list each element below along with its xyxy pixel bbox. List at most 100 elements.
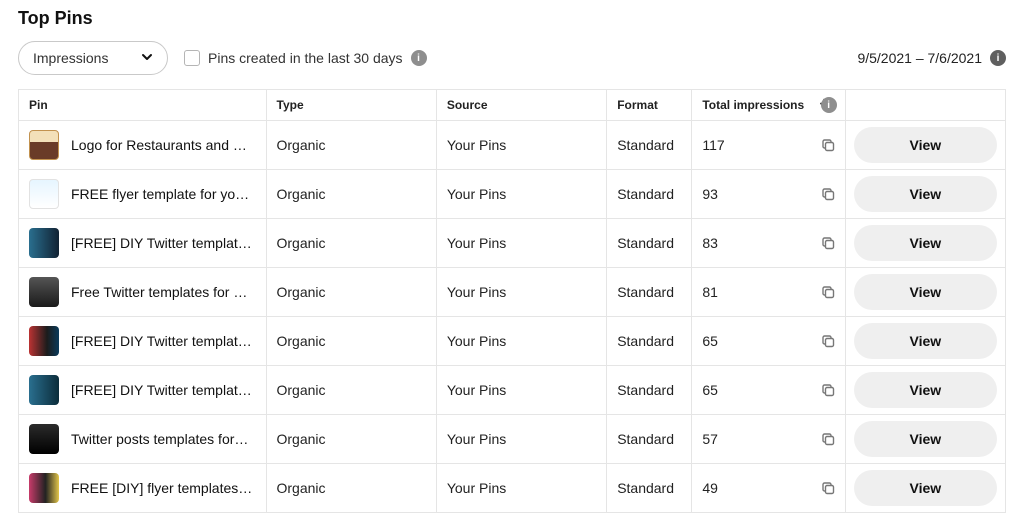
copy-icon[interactable] (821, 138, 835, 152)
table-header-row: Pin Type Source Format Total impressions… (19, 90, 1006, 121)
copy-icon[interactable] (821, 187, 835, 201)
action-cell: View (845, 268, 1005, 317)
pin-thumbnail[interactable] (29, 277, 59, 307)
table-row: Logo for Restaurants and … OrganicYour Pi… (19, 121, 1006, 170)
pin-thumbnail[interactable] (29, 424, 59, 454)
format-cell: Standard (607, 170, 692, 219)
pin-thumbnail[interactable] (29, 130, 59, 160)
impressions-value: 83 (702, 235, 718, 251)
info-icon[interactable]: i (990, 50, 1006, 66)
pin-thumbnail[interactable] (29, 326, 59, 356)
pin-title[interactable]: Twitter posts templates for… (71, 431, 248, 447)
source-cell: Your Pins (436, 366, 606, 415)
pin-title[interactable]: FREE [DIY] flyer templates … (71, 480, 256, 496)
recent-pins-checkbox[interactable] (184, 50, 200, 66)
metric-dropdown[interactable]: Impressions (18, 41, 168, 75)
table-row: FREE [DIY] flyer templates … OrganicYour … (19, 464, 1006, 513)
source-cell: Your Pins (436, 415, 606, 464)
pin-thumbnail[interactable] (29, 179, 59, 209)
info-icon[interactable]: i (411, 50, 427, 66)
action-cell: View (845, 366, 1005, 415)
pin-title[interactable]: [FREE] DIY Twitter templat… (71, 382, 252, 398)
pin-title[interactable]: [FREE] DIY Twitter templat… (71, 235, 252, 251)
table-row: Free Twitter templates for … OrganicYour … (19, 268, 1006, 317)
pin-cell: Twitter posts templates for… (19, 415, 267, 464)
chevron-down-icon (141, 50, 153, 66)
pin-thumbnail[interactable] (29, 375, 59, 405)
copy-icon[interactable] (821, 383, 835, 397)
view-button[interactable]: View (854, 421, 997, 457)
copy-icon[interactable] (821, 285, 835, 299)
source-cell: Your Pins (436, 170, 606, 219)
format-cell: Standard (607, 121, 692, 170)
type-cell: Organic (266, 464, 436, 513)
action-cell: View (845, 121, 1005, 170)
impressions-value: 117 (702, 137, 724, 153)
copy-icon[interactable] (821, 432, 835, 446)
table-row: [FREE] DIY Twitter templat…OrganicYour P… (19, 366, 1006, 415)
copy-icon[interactable] (821, 481, 835, 495)
col-header-source[interactable]: Source (436, 90, 606, 121)
impressions-cell: 93 (692, 170, 845, 219)
format-cell: Standard (607, 268, 692, 317)
pin-cell: [FREE] DIY Twitter templat… (19, 317, 267, 366)
action-cell: View (845, 317, 1005, 366)
impressions-value: 49 (702, 480, 718, 496)
page-title: Top Pins (18, 8, 1006, 29)
format-cell: Standard (607, 366, 692, 415)
col-header-type[interactable]: Type (266, 90, 436, 121)
view-button[interactable]: View (854, 470, 997, 506)
format-cell: Standard (607, 219, 692, 268)
pin-cell: FREE [DIY] flyer templates … (19, 464, 267, 513)
pin-title[interactable]: FREE flyer template for yo… (71, 186, 249, 202)
source-cell: Your Pins (436, 268, 606, 317)
view-button[interactable]: View (854, 127, 997, 163)
controls-row: Impressions Pins created in the last 30 … (18, 41, 1006, 75)
col-header-impressions[interactable]: Total impressions i (692, 90, 845, 121)
action-cell: View (845, 415, 1005, 464)
format-cell: Standard (607, 415, 692, 464)
pin-thumbnail[interactable] (29, 473, 59, 503)
pin-cell: [FREE] DIY Twitter templat… (19, 366, 267, 415)
view-button[interactable]: View (854, 323, 997, 359)
copy-icon[interactable] (821, 334, 835, 348)
controls-left: Impressions Pins created in the last 30 … (18, 41, 427, 75)
type-cell: Organic (266, 268, 436, 317)
type-cell: Organic (266, 121, 436, 170)
view-button[interactable]: View (854, 225, 997, 261)
impressions-cell: 117 (692, 121, 845, 170)
table-row: [FREE] DIY Twitter templat… OrganicYour P… (19, 219, 1006, 268)
recent-pins-checkbox-wrap[interactable]: Pins created in the last 30 days i (184, 50, 427, 66)
date-range-text: 9/5/2021 – 7/6/2021 (857, 50, 982, 66)
source-cell: Your Pins (436, 121, 606, 170)
source-cell: Your Pins (436, 464, 606, 513)
type-cell: Organic (266, 317, 436, 366)
col-header-impressions-label: Total impressions (702, 98, 804, 112)
source-cell: Your Pins (436, 317, 606, 366)
metric-dropdown-label: Impressions (33, 50, 108, 66)
action-cell: View (845, 170, 1005, 219)
action-cell: View (845, 464, 1005, 513)
type-cell: Organic (266, 170, 436, 219)
info-icon[interactable]: i (821, 97, 837, 113)
source-cell: Your Pins (436, 219, 606, 268)
impressions-cell: 83 (692, 219, 845, 268)
view-button[interactable]: View (854, 176, 997, 212)
pin-cell: FREE flyer template for yo… (19, 170, 267, 219)
view-button[interactable]: View (854, 274, 997, 310)
impressions-value: 57 (702, 431, 718, 447)
impressions-cell: 49 (692, 464, 845, 513)
impressions-cell: 81 (692, 268, 845, 317)
pin-title[interactable]: Free Twitter templates for … (71, 284, 247, 300)
top-pins-table: Pin Type Source Format Total impressions… (18, 89, 1006, 513)
pin-thumbnail[interactable] (29, 228, 59, 258)
col-header-pin[interactable]: Pin (19, 90, 267, 121)
type-cell: Organic (266, 219, 436, 268)
col-header-format[interactable]: Format (607, 90, 692, 121)
recent-pins-label: Pins created in the last 30 days (208, 50, 403, 66)
date-range[interactable]: 9/5/2021 – 7/6/2021 i (857, 50, 1006, 66)
view-button[interactable]: View (854, 372, 997, 408)
pin-title[interactable]: [FREE] DIY Twitter templat… (71, 333, 252, 349)
copy-icon[interactable] (821, 236, 835, 250)
pin-title[interactable]: Logo for Restaurants and … (71, 137, 247, 153)
